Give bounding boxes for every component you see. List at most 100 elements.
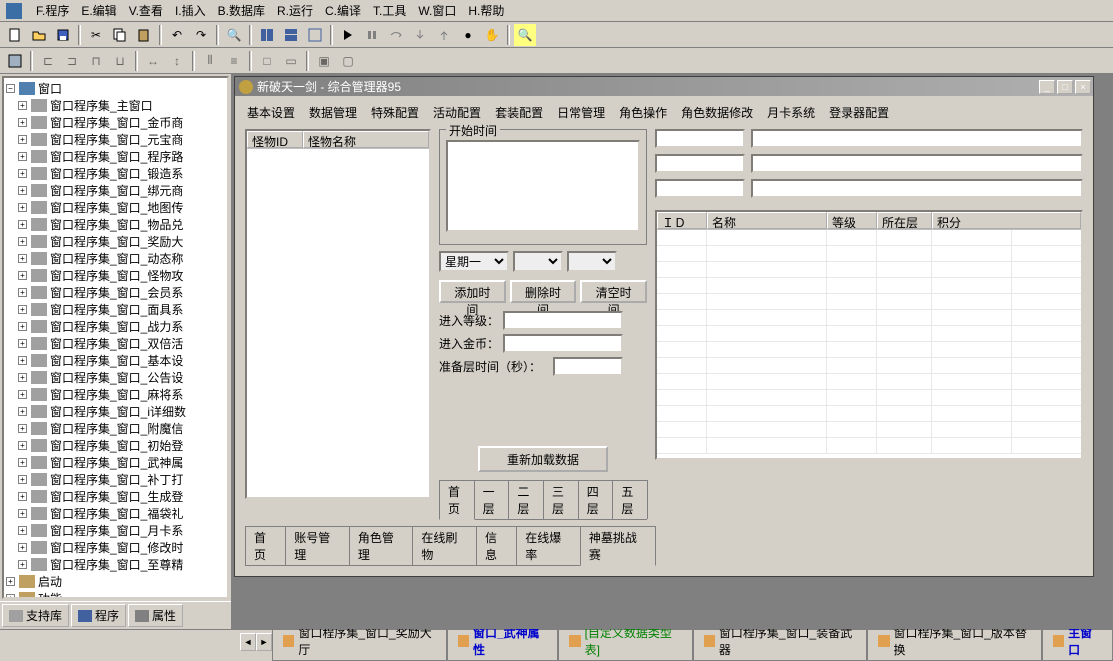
- menu-H.帮助[interactable]: H.帮助: [462, 0, 510, 21]
- tree-node[interactable]: +窗口程序集_窗口_初始登: [6, 437, 225, 454]
- table-row[interactable]: [657, 294, 1081, 310]
- breakpoint-icon[interactable]: ●: [457, 24, 479, 46]
- pause-icon[interactable]: [361, 24, 383, 46]
- right-input-2b[interactable]: [751, 154, 1083, 173]
- step-out-icon[interactable]: [433, 24, 455, 46]
- copy-icon[interactable]: [109, 24, 131, 46]
- table-row[interactable]: [657, 438, 1081, 454]
- floor-tab[interactable]: 首页: [439, 480, 475, 520]
- expand-icon[interactable]: +: [18, 441, 27, 450]
- delete-time-button[interactable]: 删除时间: [510, 280, 577, 303]
- form-menu-item[interactable]: 基本设置: [245, 102, 297, 123]
- form-menu-item[interactable]: 月卡系统: [765, 102, 817, 123]
- menu-I.插入[interactable]: I.插入: [169, 0, 212, 21]
- tree-node[interactable]: +窗口程序集_窗口_奖励大: [6, 233, 225, 250]
- maximize-button[interactable]: □: [1057, 80, 1073, 94]
- table-row[interactable]: [657, 246, 1081, 262]
- col-monster-id[interactable]: 怪物ID: [247, 131, 303, 148]
- tree-node[interactable]: +窗口程序集_窗口_锻造系: [6, 165, 225, 182]
- tree-node[interactable]: +窗口程序集_窗口_双倍活: [6, 335, 225, 352]
- menu-C.编译[interactable]: C.编译: [319, 0, 367, 21]
- expand-icon[interactable]: +: [18, 509, 27, 518]
- tab-support-lib[interactable]: 支持库: [2, 604, 69, 627]
- right-input-3a[interactable]: [655, 179, 745, 198]
- expand-icon[interactable]: +: [18, 322, 27, 331]
- tree-node[interactable]: +窗口程序集_窗口_福袋礼: [6, 505, 225, 522]
- tree-node[interactable]: +窗口程序集_窗口_怪物攻: [6, 267, 225, 284]
- enter-gold-input[interactable]: [503, 334, 623, 353]
- menu-E.编辑[interactable]: E.编辑: [75, 0, 122, 21]
- tabscroll-left[interactable]: ◄: [240, 633, 256, 651]
- manager-tab[interactable]: 角色管理: [349, 526, 414, 565]
- table-row[interactable]: [657, 406, 1081, 422]
- search-highlight-icon[interactable]: 🔍: [514, 24, 536, 46]
- floor-tab[interactable]: 一层: [474, 480, 510, 519]
- add-time-button[interactable]: 添加时间: [439, 280, 506, 303]
- reload-button[interactable]: 重新加载数据: [478, 446, 608, 472]
- form-icon[interactable]: [4, 50, 26, 72]
- enter-level-input[interactable]: [503, 311, 623, 330]
- tree-node[interactable]: +启动: [6, 573, 225, 590]
- monster-listview[interactable]: 怪物ID 怪物名称: [245, 129, 431, 499]
- clear-time-button[interactable]: 清空时间: [580, 280, 647, 303]
- tree-node[interactable]: +窗口程序集_窗口_元宝商: [6, 131, 225, 148]
- day-select[interactable]: 星期一: [439, 251, 509, 272]
- right-input-1a[interactable]: [655, 129, 745, 148]
- tree-node[interactable]: +窗口程序集_窗口_基本设: [6, 352, 225, 369]
- expand-icon[interactable]: +: [18, 305, 27, 314]
- align-left-icon[interactable]: ⊏: [37, 50, 59, 72]
- floor-tab[interactable]: 二层: [508, 480, 544, 519]
- expand-icon[interactable]: +: [18, 288, 27, 297]
- manager-tab[interactable]: 信息: [476, 526, 517, 565]
- project-tree[interactable]: −窗口+窗口程序集_主窗口+窗口程序集_窗口_金币商+窗口程序集_窗口_元宝商+…: [2, 76, 229, 599]
- same-h-icon[interactable]: ▭: [280, 50, 302, 72]
- step-into-icon[interactable]: [409, 24, 431, 46]
- hand-icon[interactable]: ✋: [481, 24, 503, 46]
- expand-icon[interactable]: +: [18, 237, 27, 246]
- collapse-icon[interactable]: −: [6, 84, 15, 93]
- right-input-3b[interactable]: [751, 179, 1083, 198]
- expand-icon[interactable]: +: [18, 543, 27, 552]
- center-v-icon[interactable]: ↕: [166, 50, 188, 72]
- find-icon[interactable]: 🔍: [223, 24, 245, 46]
- col-floor[interactable]: 所在层: [877, 212, 932, 229]
- layout2-icon[interactable]: [280, 24, 302, 46]
- col-id[interactable]: ＩＤ: [657, 212, 707, 229]
- tree-node[interactable]: +窗口程序集_窗口_月卡系: [6, 522, 225, 539]
- align-top-icon[interactable]: ⊓: [85, 50, 107, 72]
- tree-node[interactable]: +窗口程序集_窗口_至尊精: [6, 556, 225, 573]
- tree-node[interactable]: +窗口程序集_窗口_武神属: [6, 454, 225, 471]
- tree-node[interactable]: +窗口程序集_窗口_程序路: [6, 148, 225, 165]
- same-w-icon[interactable]: □: [256, 50, 278, 72]
- hour-select[interactable]: [513, 251, 563, 272]
- manager-tab[interactable]: 在线刷物: [412, 526, 477, 565]
- table-row[interactable]: [657, 262, 1081, 278]
- menu-R.运行[interactable]: R.运行: [271, 0, 319, 21]
- expand-icon[interactable]: +: [18, 424, 27, 433]
- tree-node[interactable]: +窗口程序集_窗口_生成登: [6, 488, 225, 505]
- expand-icon[interactable]: +: [18, 220, 27, 229]
- form-menu-item[interactable]: 角色操作: [617, 102, 669, 123]
- manager-tab[interactable]: 在线爆率: [516, 526, 581, 565]
- time-listbox[interactable]: [446, 140, 640, 232]
- align-right-icon[interactable]: ⊐: [61, 50, 83, 72]
- form-menu-item[interactable]: 特殊配置: [369, 102, 421, 123]
- floor-tab[interactable]: 三层: [543, 480, 579, 519]
- form-menu-item[interactable]: 日常管理: [555, 102, 607, 123]
- tree-node[interactable]: +功能: [6, 590, 225, 599]
- menu-V.查看[interactable]: V.查看: [123, 0, 169, 21]
- minute-select[interactable]: [567, 251, 617, 272]
- form-menu-item[interactable]: 登录器配置: [827, 102, 891, 123]
- menu-W.窗口[interactable]: W.窗口: [412, 0, 462, 21]
- cut-icon[interactable]: ✂: [85, 24, 107, 46]
- tree-node[interactable]: +窗口程序集_主窗口: [6, 97, 225, 114]
- expand-icon[interactable]: +: [6, 594, 15, 599]
- step-over-icon[interactable]: [385, 24, 407, 46]
- right-input-1b[interactable]: [751, 129, 1083, 148]
- table-row[interactable]: [657, 342, 1081, 358]
- expand-icon[interactable]: +: [18, 356, 27, 365]
- prepare-time-input[interactable]: [553, 357, 623, 376]
- dist-h-icon[interactable]: ⫴: [199, 50, 221, 72]
- expand-icon[interactable]: +: [18, 203, 27, 212]
- dist-v-icon[interactable]: ≡: [223, 50, 245, 72]
